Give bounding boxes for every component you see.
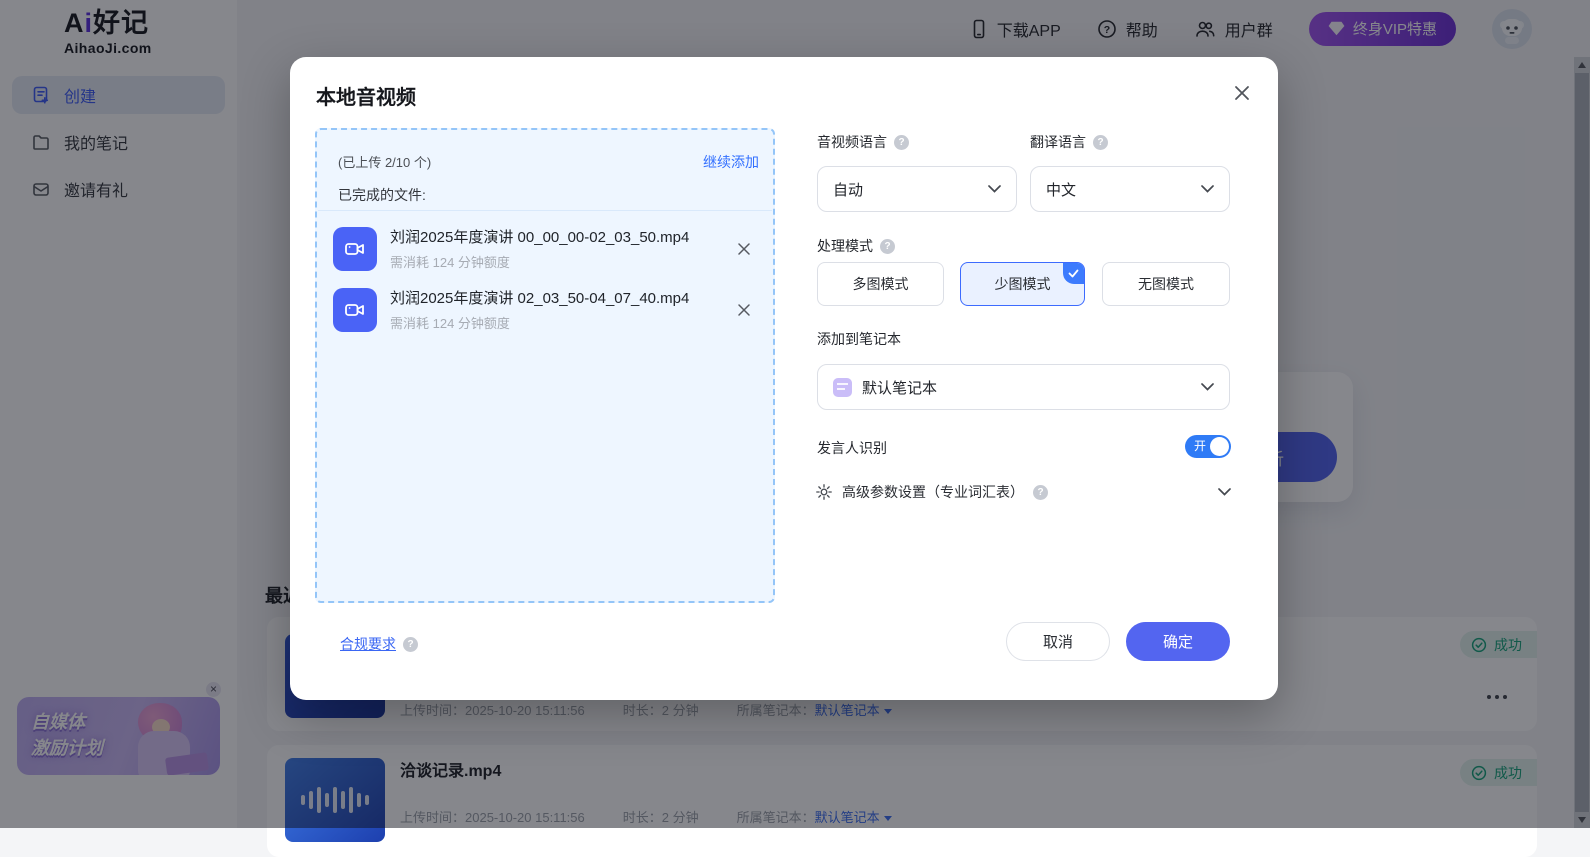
confirm-button[interactable]: 确定 bbox=[1126, 622, 1230, 661]
audio-language-select[interactable]: 自动 bbox=[817, 166, 1017, 212]
selected-value: 中文 bbox=[1046, 179, 1076, 200]
process-mode-label: 处理模式? bbox=[817, 236, 895, 256]
file-name: 刘润2025年度演讲 00_00_00-02_03_50.mp4 bbox=[390, 226, 718, 247]
uploaded-file: 刘润2025年度演讲 00_00_00-02_03_50.mp4 需消耗 124… bbox=[325, 218, 765, 279]
remove-file-icon[interactable] bbox=[731, 240, 757, 258]
mode-few-image[interactable]: 少图模式 bbox=[960, 262, 1085, 306]
notebook-icon bbox=[833, 378, 852, 397]
file-quota: 需消耗 124 分钟额度 bbox=[390, 252, 718, 271]
toggle-on-label: 开 bbox=[1194, 435, 1206, 458]
file-info: 刘润2025年度演讲 02_03_50-04_07_40.mp4 需消耗 124… bbox=[390, 287, 718, 332]
translate-language-select[interactable]: 中文 bbox=[1030, 166, 1230, 212]
file-info: 刘润2025年度演讲 00_00_00-02_03_50.mp4 需消耗 124… bbox=[390, 226, 718, 271]
chevron-down-icon bbox=[1201, 185, 1214, 193]
speaker-recognition-label: 发言人识别 bbox=[817, 438, 887, 458]
remove-file-icon[interactable] bbox=[731, 301, 757, 319]
compliance-row: 合规要求 ? bbox=[340, 634, 418, 654]
help-icon[interactable]: ? bbox=[894, 135, 909, 150]
upload-dropzone[interactable]: (已上传 2/10 个) 继续添加 已完成的文件: 刘润2025年度演讲 00_… bbox=[315, 128, 775, 603]
notebook-select[interactable]: 默认笔记本 bbox=[817, 364, 1230, 410]
audio-language-label: 音视频语言? bbox=[817, 132, 909, 152]
compliance-link[interactable]: 合规要求 bbox=[340, 634, 396, 654]
uploaded-file-list: 刘润2025年度演讲 00_00_00-02_03_50.mp4 需消耗 124… bbox=[325, 218, 765, 340]
close-icon[interactable] bbox=[1232, 83, 1252, 103]
cancel-button[interactable]: 取消 bbox=[1006, 622, 1110, 661]
video-file-icon bbox=[333, 227, 377, 271]
add-more-link[interactable]: 继续添加 bbox=[703, 152, 759, 172]
selected-check-icon bbox=[1063, 263, 1084, 284]
help-icon[interactable]: ? bbox=[880, 239, 895, 254]
file-name: 刘润2025年度演讲 02_03_50-04_07_40.mp4 bbox=[390, 287, 718, 308]
advanced-settings-label: 高级参数设置（专业词汇表） bbox=[842, 482, 1024, 502]
completed-files-label: 已完成的文件: bbox=[338, 185, 426, 205]
translate-language-label: 翻译语言? bbox=[1030, 132, 1108, 152]
help-icon[interactable]: ? bbox=[1033, 485, 1048, 500]
toggle-knob bbox=[1210, 437, 1229, 456]
mode-no-image[interactable]: 无图模式 bbox=[1102, 262, 1230, 306]
divider bbox=[318, 210, 772, 211]
add-to-notebook-label: 添加到笔记本 bbox=[817, 329, 901, 349]
uploaded-file: 刘润2025年度演讲 02_03_50-04_07_40.mp4 需消耗 124… bbox=[325, 279, 765, 340]
selected-value: 自动 bbox=[833, 179, 863, 200]
file-quota: 需消耗 124 分钟额度 bbox=[390, 313, 718, 332]
mode-multi-image[interactable]: 多图模式 bbox=[817, 262, 944, 306]
chevron-down-icon bbox=[1201, 383, 1214, 391]
gear-icon bbox=[815, 483, 833, 501]
modal-title: 本地音视频 bbox=[316, 81, 416, 110]
chevron-down-icon bbox=[988, 185, 1001, 193]
chevron-down-icon bbox=[1218, 488, 1231, 496]
help-icon[interactable]: ? bbox=[1093, 135, 1108, 150]
local-media-modal: 本地音视频 (已上传 2/10 个) 继续添加 已完成的文件: 刘润2025年度… bbox=[290, 57, 1278, 700]
advanced-settings-expander[interactable]: 高级参数设置（专业词汇表） ? bbox=[815, 482, 1231, 502]
upload-count: (已上传 2/10 个) bbox=[338, 152, 431, 171]
video-file-icon bbox=[333, 288, 377, 332]
speaker-toggle[interactable]: 开 bbox=[1185, 435, 1231, 458]
selected-value: 默认笔记本 bbox=[862, 377, 937, 398]
help-icon[interactable]: ? bbox=[403, 637, 418, 652]
